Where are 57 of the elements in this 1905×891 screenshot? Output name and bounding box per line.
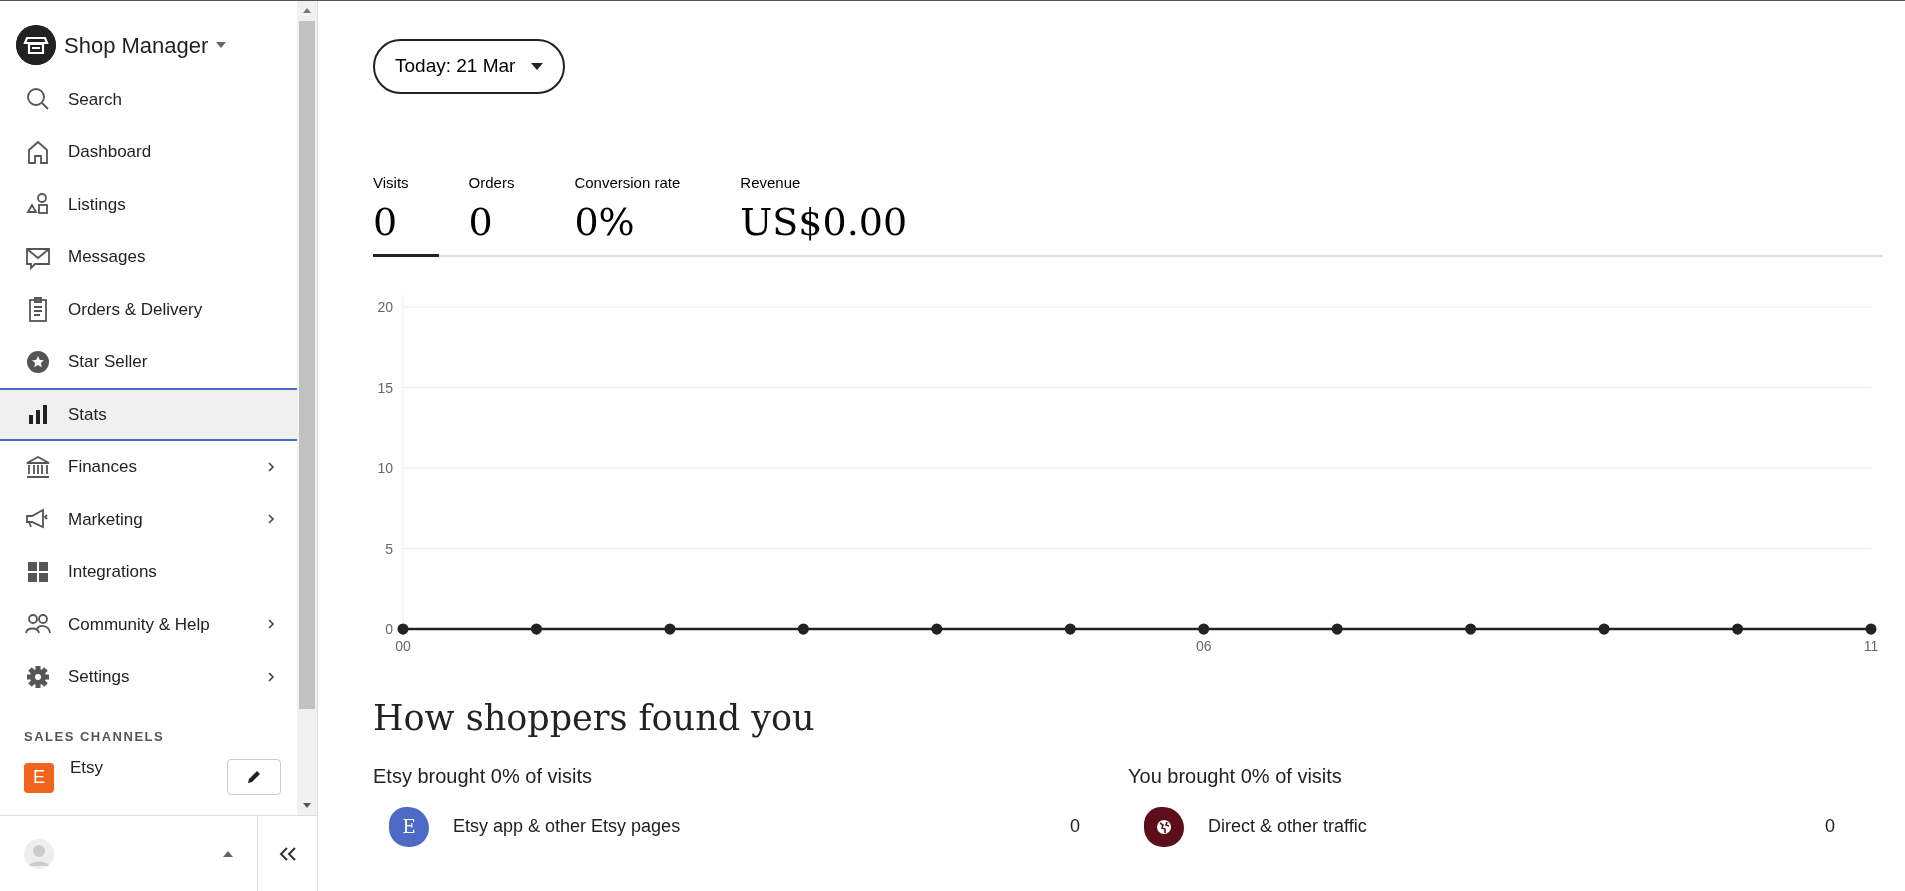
x-tick-label: 11 — [1863, 637, 1879, 654]
y-tick-label: 0 — [385, 620, 393, 637]
y-tick-label: 5 — [385, 540, 393, 557]
stat-tab[interactable]: Visits 0 — [373, 171, 439, 257]
shop-manager-title[interactable]: Shop Manager — [64, 28, 209, 62]
column-heading: Etsy brought 0% of visits — [373, 763, 593, 789]
data-point[interactable] — [1064, 623, 1076, 635]
data-point[interactable] — [1198, 623, 1210, 635]
scrollbar-thumb[interactable] — [299, 21, 315, 709]
y-tick-label: 10 — [377, 459, 393, 476]
x-tick-label: 06 — [1195, 637, 1212, 654]
x-tick-label: 00 — [395, 637, 411, 654]
section-heading: SALES CHANNELS — [24, 728, 166, 746]
nav-item[interactable]: Listings — [0, 178, 297, 231]
source-icon: E — [389, 806, 429, 847]
stat-tab[interactable]: Revenue US$0.00 — [740, 171, 938, 257]
nav-item[interactable]: Community & Help — [0, 598, 297, 651]
channel-badge: E — [24, 762, 54, 793]
date-range-button[interactable]: Today: 21 Mar — [373, 39, 566, 94]
nav-item[interactable]: Star Seller — [0, 335, 297, 388]
column-heading: You brought 0% of visits — [1128, 763, 1343, 789]
y-tick-label: 15 — [377, 379, 393, 396]
channel-link[interactable]: Etsy — [70, 754, 211, 780]
source-label: Direct & other traffic — [1208, 815, 1368, 839]
source-count: 0 — [1825, 815, 1835, 839]
caret-icon[interactable] — [223, 850, 233, 857]
data-point[interactable] — [397, 623, 409, 635]
edit-button[interactable] — [227, 758, 281, 795]
nav-item[interactable]: Messages — [0, 230, 297, 283]
pencil-icon — [246, 768, 262, 785]
data-point[interactable] — [1598, 623, 1610, 635]
caret-icon[interactable] — [216, 42, 227, 48]
nav-item[interactable]: Orders & Delivery — [0, 283, 297, 336]
nav-item[interactable]: Integrations — [0, 545, 297, 598]
data-point[interactable] — [1732, 623, 1744, 635]
data-point[interactable] — [1331, 623, 1343, 635]
source-count: 0 — [1070, 815, 1080, 839]
section-title: How shoppers found you — [373, 696, 816, 739]
source-label: Etsy app & other Etsy pages — [453, 815, 682, 839]
nav-item[interactable]: Marketing — [0, 493, 297, 546]
nav-item[interactable]: Dashboard — [0, 125, 297, 178]
data-point[interactable] — [931, 623, 943, 635]
nav-item[interactable]: Stats — [0, 388, 297, 441]
data-point[interactable] — [1465, 623, 1477, 635]
shop-logo-icon — [16, 25, 56, 65]
caret-icon — [531, 62, 544, 70]
data-point[interactable] — [664, 623, 676, 635]
nav-item[interactable]: Settings — [0, 650, 297, 703]
nav-item[interactable]: Finances — [0, 440, 297, 493]
nav-item[interactable]: Search — [0, 73, 297, 126]
data-point[interactable] — [1865, 623, 1877, 635]
double-chevron-icon — [277, 845, 298, 862]
data-point[interactable] — [530, 623, 542, 635]
y-tick-label: 20 — [377, 298, 393, 315]
stat-tab[interactable]: Orders 0 — [468, 171, 545, 257]
stat-tab[interactable]: Conversion rate 0% — [574, 171, 711, 257]
data-point[interactable] — [797, 623, 809, 635]
